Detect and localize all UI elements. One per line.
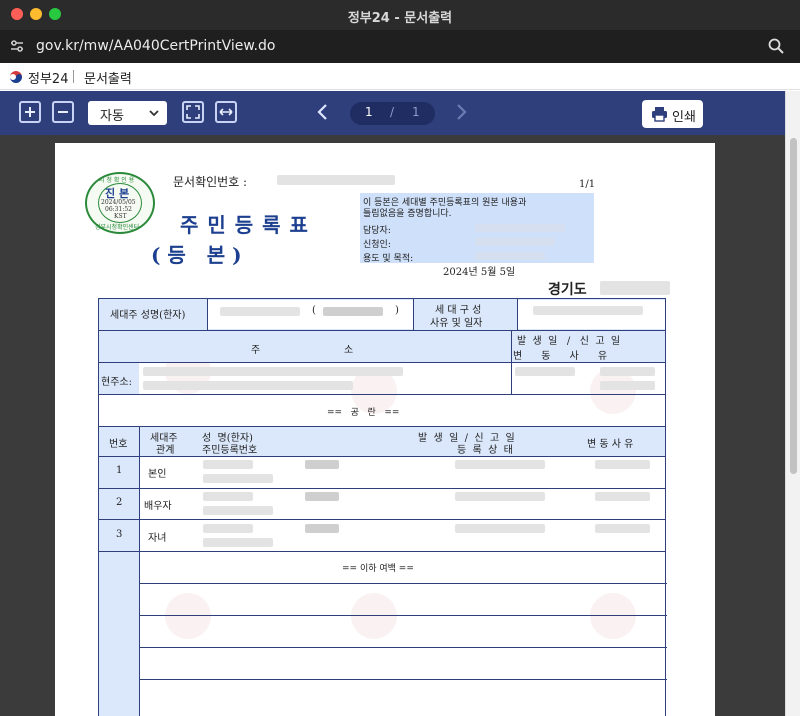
row-number: 3 xyxy=(116,529,123,540)
site-name[interactable]: 정부24 xyxy=(28,68,68,87)
page-number-label: 1/1 xyxy=(579,179,596,190)
scrollbar-thumb[interactable] xyxy=(790,138,797,474)
doc-number-label: 문서확인번호 : xyxy=(173,175,248,189)
document-subtitle: ( 등 본 ) xyxy=(151,243,242,267)
viewer-toolbar: 자동 1 / 1 인쇄 xyxy=(0,91,785,135)
household-composition-redacted xyxy=(533,306,643,315)
plus-icon xyxy=(25,107,35,117)
end-of-record-marker: == 이하 여백 == xyxy=(342,564,414,574)
address-header-so: 소 xyxy=(344,345,354,356)
household-composition-label-2: 사유 및 일자 xyxy=(430,318,483,329)
issue-date: 2024년 5월 5일 xyxy=(443,267,516,278)
applicant-redacted xyxy=(475,238,555,246)
column-name-2: 주민등록번호 xyxy=(202,445,258,456)
printer-icon xyxy=(652,107,667,122)
date-header-1: 발 생 일 / 신 고 일 xyxy=(517,336,621,347)
page-indicator: 1 / 1 xyxy=(350,102,435,125)
minus-icon xyxy=(58,111,68,113)
total-pages: 1 xyxy=(412,105,420,119)
seal-top-text: 시 청 확 인 용 xyxy=(99,177,135,184)
government-logo-icon xyxy=(10,71,22,83)
header-divider xyxy=(73,70,74,83)
expand-icon xyxy=(186,105,200,119)
print-label: 인쇄 xyxy=(672,110,696,125)
staff-label: 담당자: xyxy=(363,226,391,236)
row-relation: 자녀 xyxy=(148,533,167,544)
address-header-ju: 주 xyxy=(251,345,261,356)
purpose-redacted xyxy=(475,252,545,260)
row-relation: 배우자 xyxy=(144,501,172,512)
vertical-scrollbar[interactable] xyxy=(785,91,800,716)
zoom-in-button[interactable] xyxy=(19,101,41,123)
next-page-icon[interactable] xyxy=(454,103,468,121)
current-address-redacted xyxy=(143,367,403,376)
staff-redacted xyxy=(475,224,565,232)
zoom-select[interactable]: 자동 xyxy=(88,101,167,125)
seal-timezone: KST xyxy=(114,213,127,220)
region-redacted xyxy=(600,281,670,295)
blank-marker: == 공 란 == xyxy=(327,408,400,418)
page-title: 문서출력 xyxy=(84,72,132,87)
fit-width-icon xyxy=(219,108,233,116)
current-address-label: 현주소: xyxy=(101,377,132,388)
fit-page-button[interactable] xyxy=(182,101,204,123)
applicant-label: 신청인: xyxy=(363,240,391,250)
document-title: 주 민 등 록 표 xyxy=(180,213,309,237)
householder-name-redacted xyxy=(220,307,300,316)
date-header-2: 변 동 사 유 xyxy=(513,351,608,362)
site-header: 정부24 문서출력 xyxy=(0,63,800,90)
zoom-magnifier-icon[interactable] xyxy=(767,37,785,55)
issuing-region: 경기도 xyxy=(548,282,587,298)
address-bar: gov.kr/mw/AA040CertPrintView.do xyxy=(0,30,800,63)
notice-line-2: 틀림없음을 증명합니다. xyxy=(363,209,452,219)
current-page[interactable]: 1 xyxy=(365,105,373,119)
url-text[interactable]: gov.kr/mw/AA040CertPrintView.do xyxy=(36,38,275,54)
previous-page-icon[interactable] xyxy=(316,103,330,121)
column-number: 번호 xyxy=(109,439,128,450)
doc-number-redacted xyxy=(277,175,395,185)
row-number: 1 xyxy=(116,465,123,476)
seal-bottom-text: 정부시청확인센터 xyxy=(95,224,140,231)
window-titlebar: 정부24 - 문서출력 xyxy=(0,0,800,30)
seal-time: 06:31:52 xyxy=(105,206,132,213)
column-reason: 변 동 사 유 xyxy=(587,439,634,450)
window-title: 정부24 - 문서출력 xyxy=(347,11,453,26)
certification-seal: 시 청 확 인 용 진 본 2024/05/05 06:31:52 KST 정부… xyxy=(85,172,155,234)
zoom-out-button[interactable] xyxy=(52,101,74,123)
row-relation: 본인 xyxy=(148,469,167,480)
chevron-down-icon xyxy=(149,110,159,117)
purpose-label: 용도 및 목적: xyxy=(363,254,414,264)
row-number: 2 xyxy=(116,497,123,508)
zoom-value: 자동 xyxy=(100,109,124,124)
fit-width-button[interactable] xyxy=(215,101,237,123)
site-settings-icon[interactable] xyxy=(9,38,25,54)
seal-date: 2024/05/05 xyxy=(101,199,136,206)
column-date-2: 등 록 상 태 xyxy=(457,445,513,456)
page-separator: / xyxy=(390,105,395,119)
householder-label: 세대주 성명(한자) xyxy=(110,310,186,321)
print-button[interactable]: 인쇄 xyxy=(642,100,703,128)
document-page: 시 청 확 인 용 진 본 2024/05/05 06:31:52 KST 정부… xyxy=(55,143,715,716)
column-relation-2: 관계 xyxy=(156,445,175,456)
